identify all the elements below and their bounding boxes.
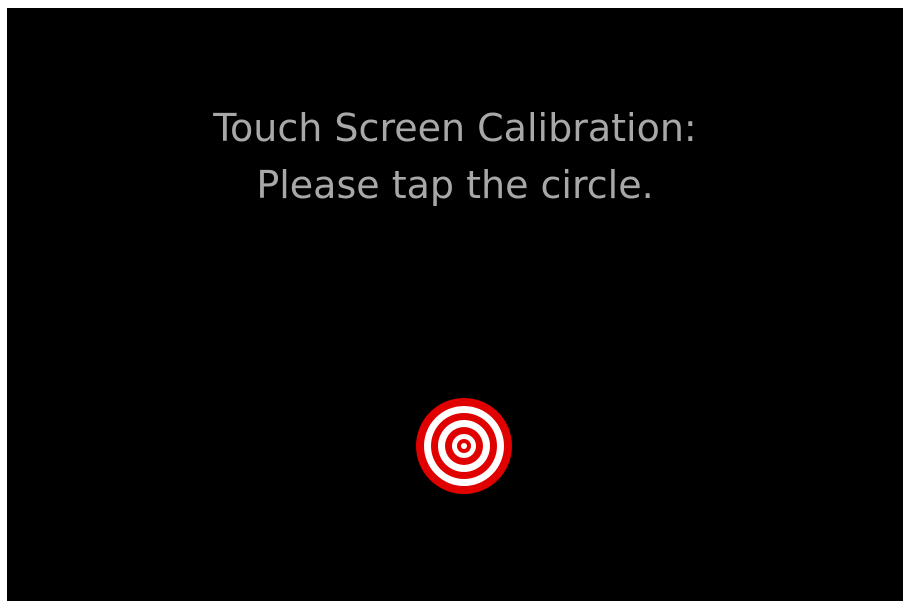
calibration-title: Touch Screen Calibration: [213,106,697,150]
calibration-screen: Touch Screen Calibration: Please tap the… [7,8,903,601]
calibration-prompt: Please tap the circle. [256,163,654,207]
bullseye-target-icon [416,398,512,494]
calibration-target-button[interactable] [416,398,512,494]
calibration-instructions: Touch Screen Calibration: Please tap the… [7,100,903,214]
